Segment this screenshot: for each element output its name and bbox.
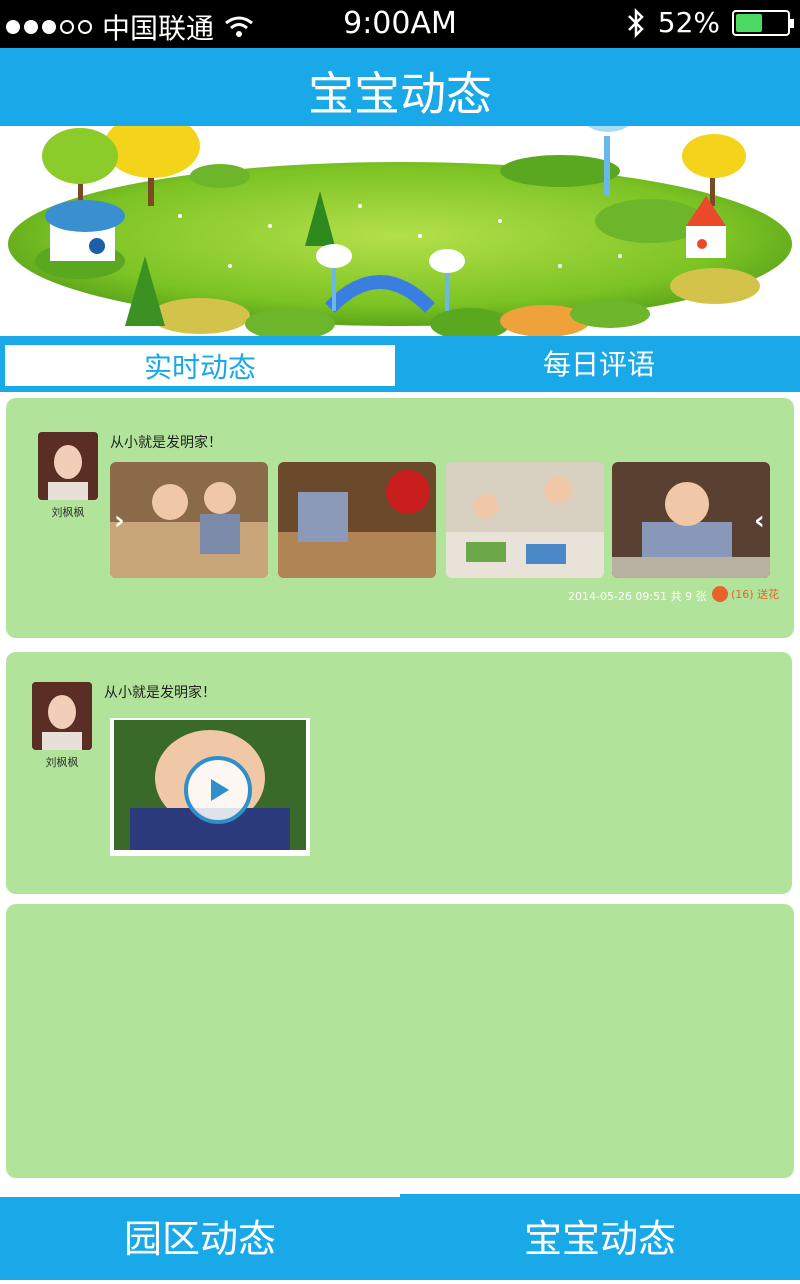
banner-illustration <box>0 126 800 336</box>
post-text: 从小就是发明家！ <box>110 435 222 451</box>
page-title: 宝宝动态 <box>308 67 492 121</box>
post-meta: 2014-05-26 09:51 共 9 张 <box>568 590 707 603</box>
chevron-right-icon[interactable]: › <box>114 506 125 536</box>
tab-realtime-updates[interactable]: 实时动态 <box>2 342 398 390</box>
flower-label: (16) 送花 <box>731 588 780 601</box>
status-right: 52% <box>626 6 794 39</box>
bottom-nav: 园区动态 宝宝动态 <box>0 1194 800 1280</box>
status-bar: 中国联通 9:00AM 52% <box>0 0 800 48</box>
photo-thumbnail[interactable] <box>110 462 268 578</box>
battery-fill <box>736 13 762 32</box>
post-card[interactable]: 刘枫枫 从小就是发明家！ › ‹ 2014-05-26 09:51 共 9 张 … <box>6 398 794 638</box>
park-illustration <box>8 126 792 336</box>
post-card-empty <box>6 904 794 1178</box>
nav-baby-updates[interactable]: 宝宝动态 <box>400 1194 800 1280</box>
author-name[interactable]: 刘枫枫 <box>27 754 97 770</box>
battery-icon <box>732 9 794 36</box>
nav-campus-updates[interactable]: 园区动态 <box>0 1194 400 1280</box>
photo-thumbnail[interactable] <box>446 462 604 578</box>
avatar[interactable] <box>38 432 98 500</box>
tab-daily-comments[interactable]: 每日评语 <box>400 342 798 390</box>
bluetooth-icon <box>627 7 644 38</box>
photo-thumbnail[interactable] <box>612 462 770 578</box>
tab-bar: 实时动态 每日评语 <box>0 336 800 392</box>
video-thumbnail[interactable] <box>110 718 310 856</box>
flower-icon <box>712 586 728 602</box>
post-card[interactable]: 刘枫枫 从小就是发明家！ <box>6 652 792 894</box>
author-name[interactable]: 刘枫枫 <box>33 504 103 520</box>
avatar[interactable] <box>32 682 92 750</box>
post-text: 从小就是发明家！ <box>104 685 216 701</box>
battery-percent: 52% <box>657 6 720 39</box>
play-button[interactable] <box>184 756 252 824</box>
feed-list[interactable]: 刘枫枫 从小就是发明家！ › ‹ 2014-05-26 09:51 共 9 张 … <box>0 392 800 1194</box>
play-icon <box>211 779 229 801</box>
title-bar: 宝宝动态 <box>0 48 800 126</box>
chevron-left-icon[interactable]: ‹ <box>754 506 765 536</box>
photo-thumbnail[interactable] <box>278 462 436 578</box>
send-flower-button[interactable]: (16) 送花 <box>712 586 779 602</box>
